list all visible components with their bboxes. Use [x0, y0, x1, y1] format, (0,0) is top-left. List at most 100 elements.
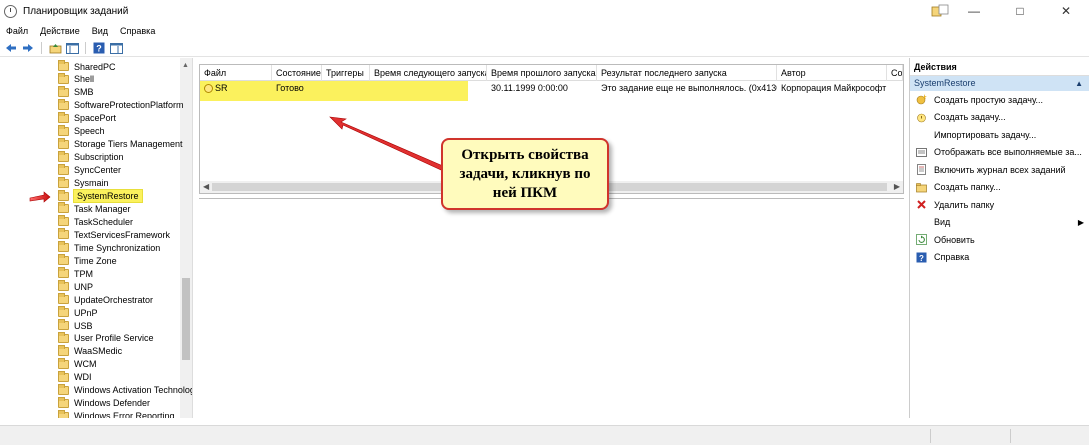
action-create-basic-task[interactable]: Создать простую задачу...	[910, 91, 1089, 109]
submenu-arrow-icon: ▶	[1077, 217, 1084, 227]
tree-folder-label: Windows Activation Technologies	[74, 385, 192, 396]
tree-folder-item[interactable]: WDI	[58, 370, 92, 384]
menu-view[interactable]: Вид	[92, 26, 108, 36]
folder-icon	[58, 124, 69, 136]
tree-folder-item[interactable]: Task Manager	[58, 202, 131, 215]
menu-action[interactable]: Действие	[40, 26, 80, 36]
menu-help[interactable]: Справка	[120, 26, 155, 36]
tree-folder-label: WDI	[74, 372, 92, 383]
folder-icon	[58, 267, 69, 279]
tree-folder-item[interactable]: Shell	[58, 72, 94, 86]
tree-folder-item[interactable]: Subscription	[58, 150, 124, 164]
action-import-task[interactable]: Импортировать задачу...	[910, 126, 1089, 144]
show-actions-button[interactable]	[109, 42, 123, 55]
tree-folder-item[interactable]: SpacePort	[58, 111, 116, 125]
column-header-file[interactable]: Файл	[200, 65, 272, 81]
column-header-next-run[interactable]: Время следующего запуска	[370, 65, 487, 81]
tree-folder-item[interactable]: TaskScheduler	[58, 215, 133, 228]
status-separator	[930, 429, 931, 443]
tree-folder-item[interactable]: Windows Activation Technologies	[58, 383, 192, 397]
collapse-up-icon[interactable]: ▲	[1075, 76, 1083, 91]
folder-icon	[58, 176, 69, 188]
tree-folder-item[interactable]: User Profile Service	[58, 331, 154, 345]
column-header-status[interactable]: Состояние	[272, 65, 322, 81]
tree-folder-item[interactable]: Speech	[58, 124, 105, 138]
column-header-author[interactable]: Автор	[777, 65, 887, 81]
tree-folder-item[interactable]: TPM	[58, 267, 93, 280]
tree-folder-label: Windows Error Reporting	[74, 411, 175, 418]
tree-folder-item[interactable]: Storage Tiers Management	[58, 137, 183, 151]
folder-icon	[58, 280, 69, 292]
tree-folder-label: SystemRestore	[74, 190, 142, 202]
toolbar: ?	[0, 40, 1089, 57]
action-delete-folder[interactable]: Удалить папку	[910, 196, 1089, 214]
column-header-triggers[interactable]: Триггеры	[322, 65, 370, 81]
folder-icon	[58, 254, 69, 266]
column-header-created[interactable]: Со	[887, 65, 903, 81]
tree-folder-item[interactable]: USB	[58, 319, 93, 332]
callout-text: Открыть свойства задачи, кликнув по ней …	[459, 146, 591, 201]
tree-folder-item[interactable]: SharedPC	[58, 60, 116, 73]
task-scheduler-icon	[4, 4, 17, 18]
minimize-button[interactable]: —	[951, 0, 997, 22]
up-folder-button[interactable]	[48, 42, 62, 55]
tree-folder-label: User Profile Service	[74, 333, 154, 344]
close-button[interactable]: ✕	[1043, 0, 1089, 22]
action-label: Создать папку...	[934, 182, 1001, 193]
action-new-folder[interactable]: Создать папку...	[910, 179, 1089, 197]
folder-up-icon	[49, 43, 61, 53]
tree-folder-item[interactable]: UpdateOrchestrator	[58, 293, 153, 306]
tree-folder-item[interactable]: WCM	[58, 357, 97, 371]
tree-folder-item[interactable]: SystemRestore	[58, 189, 142, 203]
tree-folder-item[interactable]: UNP	[58, 280, 93, 293]
action-enable-history[interactable]: Включить журнал всех заданий	[910, 161, 1089, 179]
column-header-last-result[interactable]: Результат последнего запуска	[597, 65, 777, 81]
tree-folder-item[interactable]: Windows Defender	[58, 396, 150, 410]
action-label: Создать простую задачу...	[934, 94, 1044, 105]
tree-folder-item[interactable]: SyncCenter	[58, 163, 121, 177]
task-author: Корпорация Майкрософт	[781, 83, 887, 93]
tree-folder-item[interactable]: Time Synchronization	[58, 241, 160, 254]
action-display-running[interactable]: Отображать все выполняемые за...	[910, 144, 1089, 162]
tree-folder-label: Time Synchronization	[74, 242, 161, 253]
menu-file[interactable]: Файл	[6, 26, 28, 36]
folder-icon	[58, 396, 69, 408]
forward-button[interactable]	[21, 42, 35, 55]
tree-folder-item[interactable]: UPnP	[58, 306, 98, 319]
action-help[interactable]: ? Справка	[910, 249, 1089, 267]
tree-folder-item[interactable]: WaaSMedic	[58, 344, 122, 358]
tree-scroll-thumb[interactable]	[182, 278, 190, 360]
tree-folder-item[interactable]: Sysmain	[58, 176, 109, 190]
tree-folder-item[interactable]: Windows Error Reporting	[58, 409, 175, 418]
actions-panel: Действия SystemRestore ▲ Создать простую…	[909, 58, 1089, 418]
actions-section-header[interactable]: SystemRestore ▲	[910, 76, 1089, 91]
task-row[interactable]: SR Готово 30.11.1999 0:00:00 Это задание…	[200, 81, 903, 95]
tree-scrollbar[interactable]: ▲	[180, 58, 192, 418]
tree-folder-item[interactable]: TextServicesFramework	[58, 228, 170, 241]
maximize-button[interactable]: □	[997, 0, 1043, 22]
scroll-up-icon[interactable]: ▲	[182, 62, 189, 69]
show-hide-tree-button[interactable]	[65, 42, 79, 55]
column-header-last-run[interactable]: Время прошлого запуска	[487, 65, 597, 81]
tree-folder-item[interactable]: SMB	[58, 85, 94, 99]
scroll-left-icon[interactable]: ◀	[203, 182, 209, 191]
tree-folder-item[interactable]: Time Zone	[58, 254, 117, 267]
help-button[interactable]: ?	[92, 42, 106, 55]
action-create-task[interactable]: Создать задачу...	[910, 109, 1089, 127]
folder-icon	[58, 72, 69, 84]
action-refresh[interactable]: Обновить	[910, 231, 1089, 249]
scroll-right-icon[interactable]: ▶	[894, 182, 900, 191]
folder-tree[interactable]: ▲ SharedPC Shell SMB SoftwareProtectionPlat…	[0, 58, 193, 418]
folder-icon	[58, 215, 69, 227]
title-bar: Планировщик заданий — □ ✕	[0, 0, 1089, 22]
folder-icon	[58, 98, 69, 110]
tree-folder-label: TextServicesFramework	[74, 229, 171, 240]
tree-folder-label: USB	[74, 320, 93, 331]
back-button[interactable]	[4, 42, 18, 55]
action-label: Удалить папку	[934, 199, 995, 210]
task-next-run	[370, 81, 487, 95]
action-view[interactable]: Вид ▶	[910, 214, 1089, 232]
task-status: Готово	[276, 83, 304, 93]
tree-folder-item[interactable]: SoftwareProtectionPlatform	[58, 98, 184, 112]
folder-icon	[58, 85, 69, 97]
